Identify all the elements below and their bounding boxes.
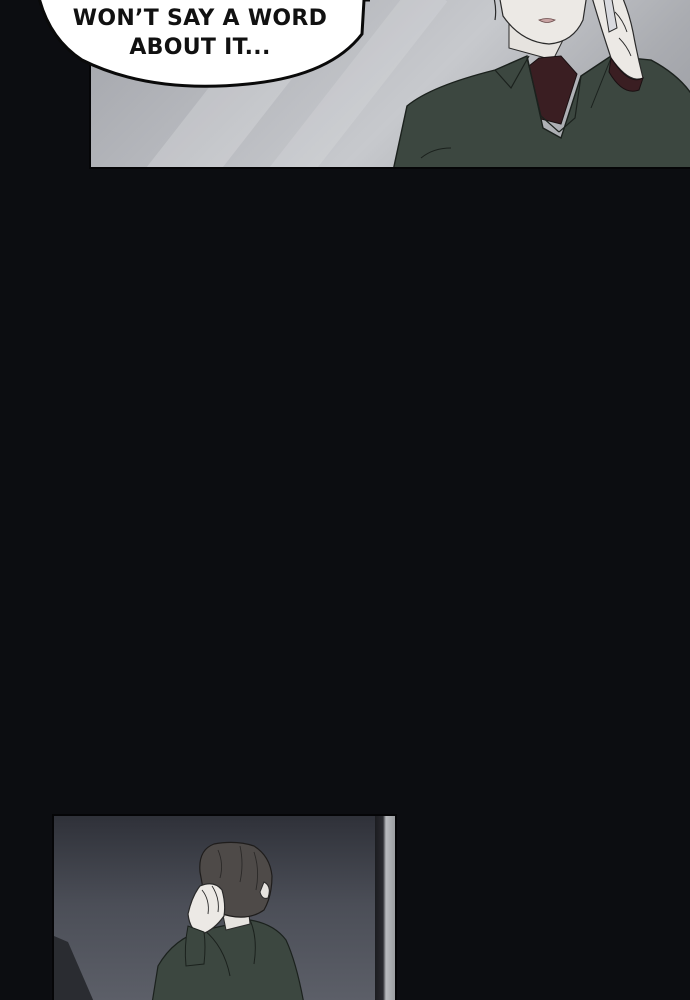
speech-line-2: ABOUT IT... — [129, 35, 271, 60]
panel-man-from-behind — [52, 814, 397, 1000]
comic-page: WON’T SAY A WORD ABOUT IT... — [0, 0, 690, 1000]
man-from-behind-figure — [54, 841, 304, 1000]
speech-line-1: WON’T SAY A WORD — [72, 6, 328, 31]
speech-bubble-text: WON’T SAY A WORD ABOUT IT... — [40, 4, 360, 62]
